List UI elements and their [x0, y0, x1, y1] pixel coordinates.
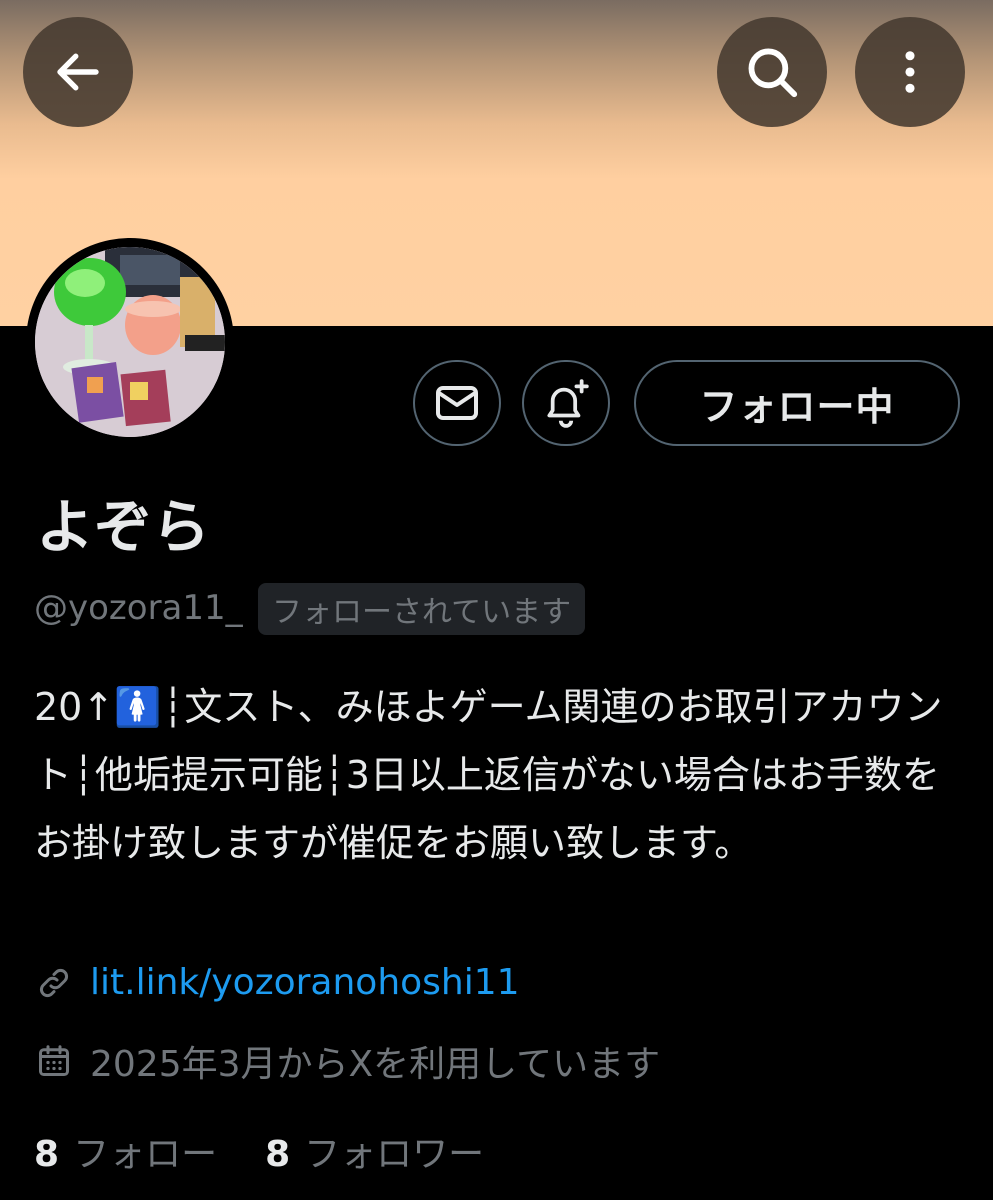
- envelope-icon: [436, 386, 478, 420]
- display-name: よぞら: [36, 493, 211, 561]
- arrow-left-icon: [57, 53, 99, 91]
- notifications-button[interactable]: [522, 360, 610, 446]
- avatar[interactable]: [26, 238, 234, 446]
- profile-link[interactable]: lit.link/yozoranohoshi11: [90, 962, 520, 1003]
- following-button-label: フォロー中: [699, 384, 895, 429]
- calendar-icon: [34, 1041, 74, 1081]
- following-stat[interactable]: 8 フォロー: [34, 1125, 217, 1177]
- more-vertical-icon: [905, 51, 915, 93]
- following-count: 8: [34, 1134, 60, 1175]
- search-icon: [748, 48, 798, 98]
- user-handle: @yozora11_: [34, 588, 243, 628]
- link-icon: [34, 963, 74, 1003]
- join-date: 2025年3月からXを利用しています: [90, 1044, 661, 1085]
- follows-you-badge: フォローされています: [258, 583, 586, 635]
- following-button[interactable]: フォロー中: [634, 360, 960, 446]
- avatar-image: [35, 247, 225, 437]
- followers-stat[interactable]: 8 フォロワー: [265, 1125, 484, 1177]
- profile-link-row: lit.link/yozoranohoshi11: [34, 962, 520, 1003]
- bell-plus-icon: [547, 379, 589, 428]
- back-button[interactable]: [23, 17, 133, 127]
- follow-stats: 8 フォロー 8 フォロワー: [34, 1125, 532, 1177]
- profile-bio: 20↑🚺┆文スト、みほよゲーム関連のお取引アカウント┆他垢提示可能┆3日以上返信…: [34, 685, 943, 865]
- search-button[interactable]: [717, 17, 827, 127]
- followers-count: 8: [265, 1134, 291, 1175]
- more-options-button[interactable]: [855, 17, 965, 127]
- followers-label: フォロワー: [304, 1134, 485, 1175]
- join-date-row: 2025年3月からXを利用しています: [34, 1035, 660, 1087]
- message-button[interactable]: [413, 360, 501, 446]
- following-label: フォロー: [73, 1134, 218, 1175]
